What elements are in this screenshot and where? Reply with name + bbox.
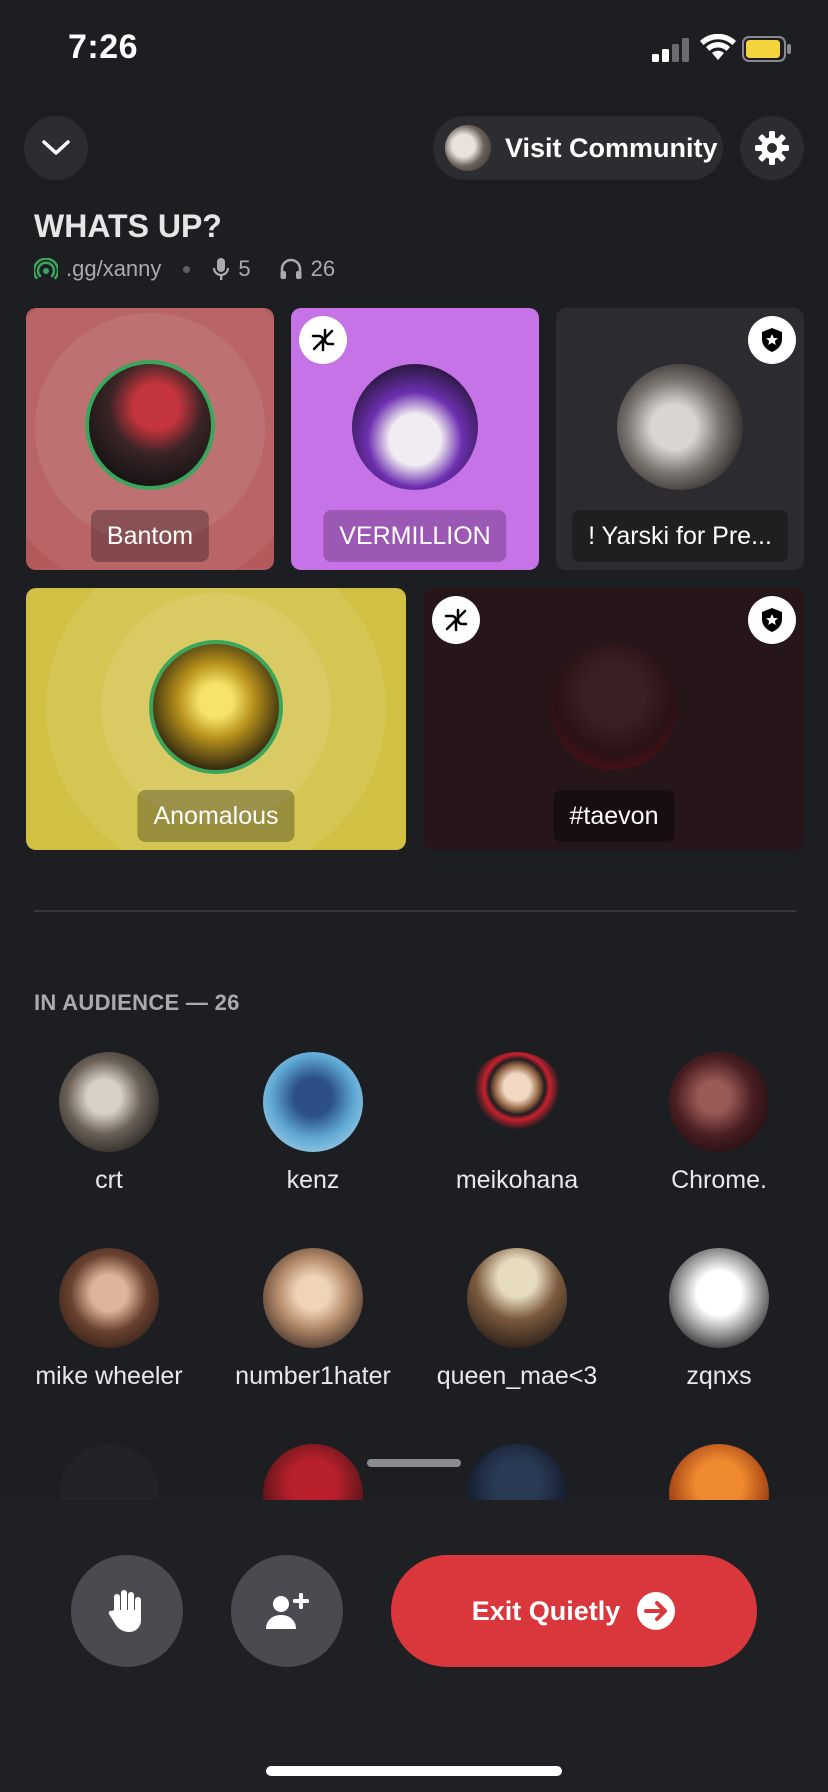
muted-icon [444,608,468,632]
member-name: mike wheeler [35,1362,183,1390]
visit-community-label: Visit Community [505,132,718,163]
speaker-tile-taevon[interactable]: #taevon [424,588,804,850]
audience-member[interactable]: number1hater [213,1248,413,1391]
member-avatar [59,1444,159,1500]
member-name: meikohana [455,1166,579,1194]
muted-icon [311,328,335,352]
speaker-avatar [352,364,478,490]
member-name: crt [95,1166,123,1194]
battery-icon [742,36,791,62]
collapse-button[interactable] [24,116,88,180]
member-avatar [669,1248,769,1348]
separator-dot [183,265,191,273]
exit-quietly-label: Exit Quietly [471,1595,621,1626]
member-name: Chrome. [671,1166,767,1194]
member-avatar [263,1444,363,1500]
speaker-count: 5 [238,256,251,281]
speaker-tile-bantom[interactable]: Bantom [26,308,274,570]
status-time: 7:26 [68,28,139,66]
muted-badge [432,596,480,644]
audience-title: IN AUDIENCE — 26 [34,990,240,1015]
stage-live-icon [34,258,58,280]
audience-member[interactable]: crt [9,1052,209,1195]
wifi-icon [700,34,736,60]
home-indicator [266,1766,562,1776]
member-avatar [263,1248,363,1348]
stage-invite: .gg/xanny [66,256,162,281]
moderator-badge [748,596,796,644]
member-avatar [59,1248,159,1348]
speaker-name: Bantom [90,510,210,562]
speaker-name: Anomalous [137,790,295,842]
muted-badge [299,316,347,364]
chevron-down-icon [42,140,70,155]
visit-community-button[interactable]: Visit Community [433,116,723,180]
speaker-tile-vermillion[interactable]: VERMILLION [291,308,539,570]
member-name: kenz [286,1166,340,1194]
member-avatar [467,1248,567,1348]
speaker-name: VERMILLION [323,510,507,562]
moderator-shield-icon [762,608,782,632]
stage-title: WHATS UP? [34,208,222,244]
gear-icon [755,131,789,165]
moderator-badge [748,316,796,364]
raise-hand-button[interactable] [71,1555,183,1667]
member-avatar [669,1052,769,1152]
sheet-grabber[interactable] [367,1459,461,1467]
speaker-avatar [85,360,215,490]
community-avatar [445,125,491,171]
moderator-shield-icon [762,328,782,352]
member-avatar [59,1052,159,1152]
raise-hand-icon [108,1590,141,1632]
audience-member[interactable]: Chrome. [619,1052,819,1195]
member-avatar [467,1052,567,1152]
audience-member[interactable]: zqnxs [619,1248,819,1391]
speaker-avatar [149,640,283,774]
headphones-icon [280,258,302,279]
speaker-tile-yarski[interactable]: ! Yarski for Pre... [556,308,804,570]
speaker-avatar [617,364,743,490]
add-user-icon [266,1593,309,1629]
audience-member[interactable]: kenz [213,1052,413,1195]
settings-button[interactable] [740,116,804,180]
speaker-name: ! Yarski for Pre... [572,510,788,562]
arrow-right-circle-icon [637,1592,676,1630]
audience-member[interactable]: queen_mae<3 [417,1248,617,1391]
member-avatar [669,1444,769,1500]
member-name: number1hater [235,1362,391,1390]
section-divider [34,910,796,912]
audience-member[interactable]: meikohana [417,1052,617,1195]
member-avatar [467,1444,567,1500]
speaker-tile-anomalous[interactable]: Anomalous [26,588,406,850]
microphone-icon [213,258,230,280]
invite-button[interactable] [231,1555,343,1667]
member-avatar [263,1052,363,1152]
stage-meta: .gg/xanny 5 26 [34,256,335,282]
speaker-name: #taevon [553,790,675,842]
audience-member[interactable]: mike wheeler [9,1248,209,1391]
audience-row-partial [0,1444,828,1500]
member-name: zqnxs [686,1362,752,1390]
cellular-signal-icon [652,38,689,62]
member-name: queen_mae<3 [436,1362,598,1390]
listener-count: 26 [310,256,336,281]
speaker-avatar [551,644,677,770]
exit-quietly-button[interactable]: Exit Quietly [391,1555,757,1667]
